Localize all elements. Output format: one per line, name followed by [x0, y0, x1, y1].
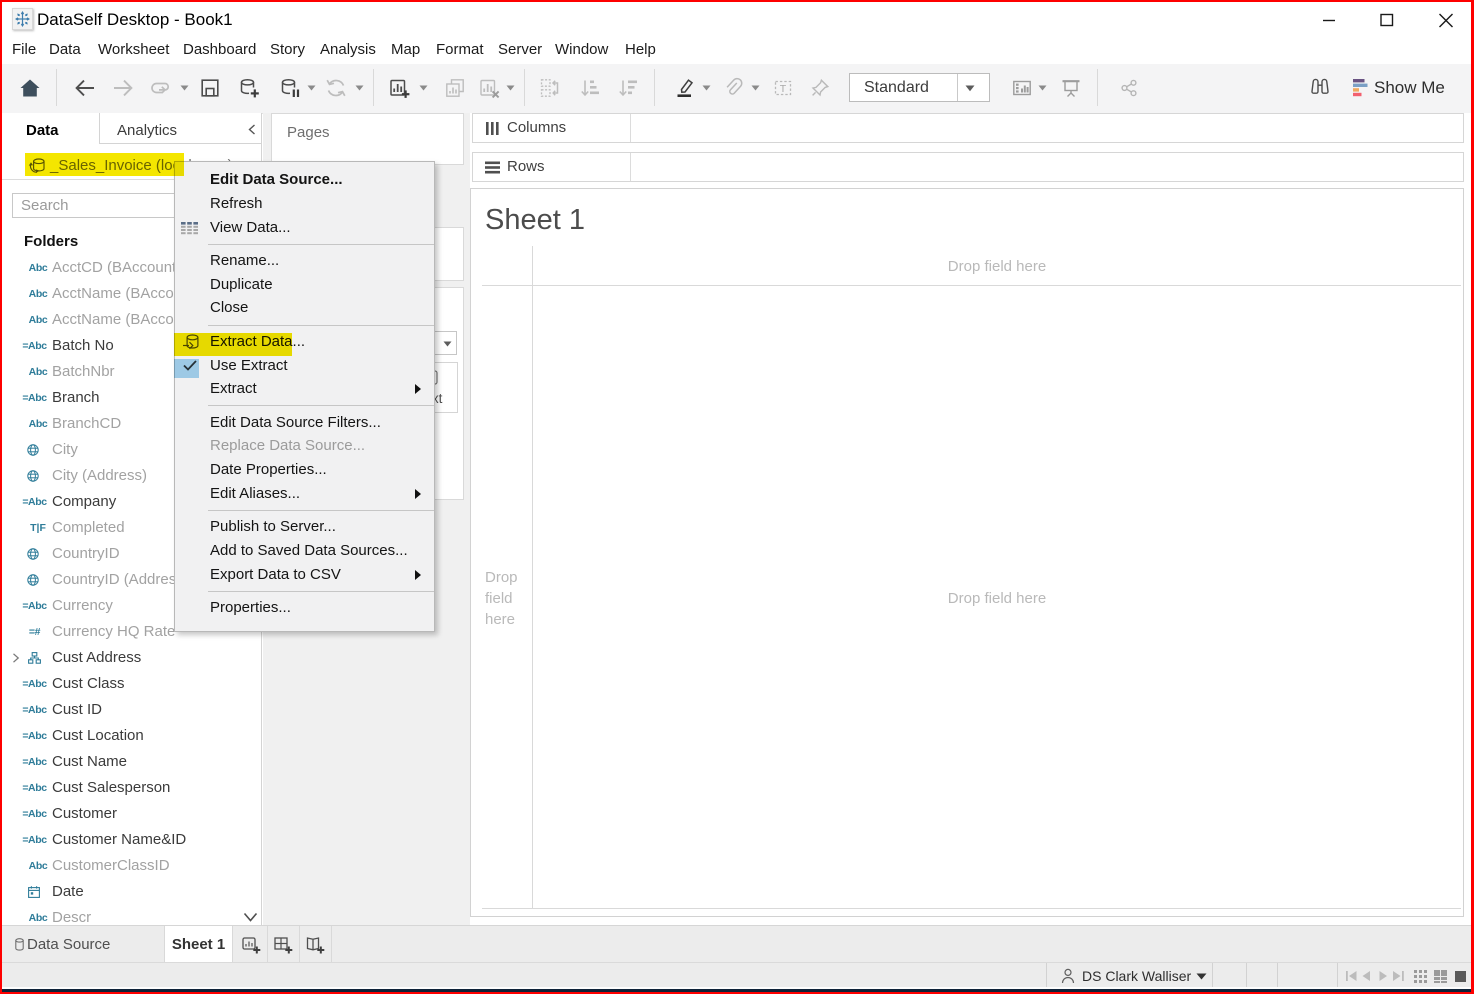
svg-text:T: T: [780, 83, 787, 95]
